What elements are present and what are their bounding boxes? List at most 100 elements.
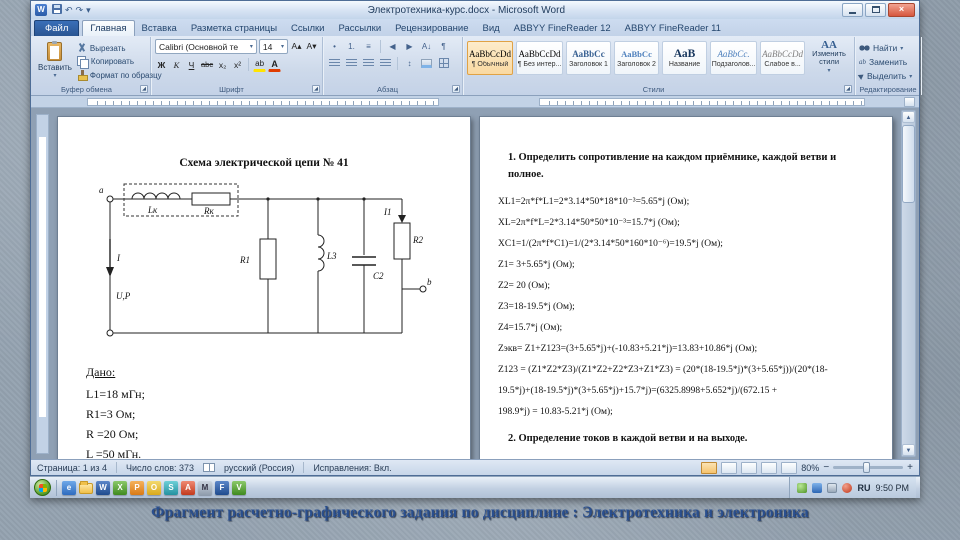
tab-insert[interactable]: Вставка [135,21,184,36]
font-dialog-launcher[interactable]: ◢ [312,85,320,93]
tab-abbyy-12[interactable]: ABBYY FineReader 12 [507,21,618,36]
align-right-button[interactable] [361,56,376,70]
tab-abbyy-11[interactable]: ABBYY FineReader 11 [618,21,728,36]
tab-review[interactable]: Рецензирование [388,21,475,36]
font-size-select[interactable]: 14 ▾ [258,39,288,54]
copy-button[interactable]: Копировать [76,56,162,69]
style-no-spacing[interactable]: АаВbСсDd ¶ Без интер... [516,41,563,75]
page-indicator[interactable]: Страница: 1 из 4 [37,463,107,473]
spellcheck-icon[interactable] [203,463,216,472]
undo-button[interactable]: ↶ [65,4,73,16]
numbering-button[interactable]: 1. [344,39,359,53]
strikethrough-button[interactable]: abc [200,57,214,72]
tab-page-layout[interactable]: Разметка страницы [184,21,284,36]
increase-indent-button[interactable]: ▶ [402,39,417,53]
language-indicator[interactable]: русский (Россия) [224,463,294,473]
tab-file[interactable]: Файл [34,20,80,36]
quicklaunch-skype-icon[interactable]: S [164,480,178,495]
quicklaunch-excel-icon[interactable]: X [113,480,127,495]
underline-button[interactable]: Ч [185,57,198,72]
language-bar[interactable]: RU [857,483,870,493]
save-button[interactable] [52,3,62,17]
bullets-button[interactable]: • [327,39,342,53]
vertical-ruler[interactable] [36,114,49,454]
view-draft-button[interactable] [781,461,798,474]
multilevel-list-button[interactable]: ≡ [361,39,376,53]
font-name-select[interactable]: Calibri (Основной те ▾ [155,39,257,54]
messenger-icon[interactable] [842,482,853,493]
quicklaunch-explorer-icon[interactable] [79,481,93,494]
document-page-2[interactable]: 1. Определить сопротивление на каждом пр… [479,116,893,459]
align-left-button[interactable] [327,56,342,70]
change-styles-button[interactable]: АА Изменить стили ▾ [808,40,850,75]
select-button[interactable]: Выделить ▾ [857,71,917,81]
borders-button[interactable] [436,56,451,70]
sort-button[interactable]: А↓ [419,39,434,53]
network-icon[interactable] [812,482,823,493]
quicklaunch-antivirus-icon[interactable]: V [232,480,246,495]
bold-button[interactable]: Ж [155,57,168,72]
style-heading1[interactable]: АаВbСс Заголовок 1 [566,41,612,75]
scrollbar-thumb[interactable] [902,125,915,203]
scroll-down-icon[interactable]: ▼ [902,444,915,456]
quicklaunch-acrobat-icon[interactable]: A [181,480,195,495]
close-button[interactable]: × [888,3,915,17]
zoom-slider-thumb[interactable] [863,462,871,473]
paragraph-dialog-launcher[interactable]: ◢ [452,85,460,93]
zoom-level[interactable]: 80% [801,463,819,473]
maximize-button[interactable] [865,3,886,17]
scroll-up-icon[interactable]: ▲ [902,111,915,123]
font-color-button[interactable]: А [268,57,282,72]
redo-button[interactable]: ↷ [76,4,84,16]
decrease-indent-button[interactable]: ◀ [385,39,400,53]
italic-button[interactable]: К [170,57,183,72]
quicklaunch-outlook-icon[interactable]: O [147,480,161,495]
quicklaunch-powerpoint-icon[interactable]: P [130,480,144,495]
cut-button[interactable]: Вырезать [77,43,162,53]
antivirus-tray-icon[interactable] [797,482,808,493]
view-fullscreen-button[interactable] [721,461,738,474]
view-web-layout-button[interactable] [741,461,758,474]
replace-button[interactable]: ab Заменить [859,57,917,67]
align-center-button[interactable] [344,56,359,70]
paste-button[interactable]: Вставить ▾ [37,39,73,81]
highlight-color-button[interactable]: ab [253,57,267,72]
line-spacing-button[interactable]: ↕ [402,56,417,70]
shrink-font-button[interactable]: А▾ [305,39,318,54]
view-print-layout-button[interactable] [701,461,718,474]
document-page-1[interactable]: Схема электрической цепи № 41 a I U,P Lк… [57,116,471,459]
style-title[interactable]: АаВ Название [662,41,708,75]
styles-dialog-launcher[interactable]: ◢ [844,85,852,93]
style-heading2[interactable]: АаВbСс Заголовок 2 [614,41,660,75]
ruler-toggle-button[interactable] [904,97,915,107]
quicklaunch-ie-icon[interactable]: e [62,480,76,495]
style-subtle-emphasis[interactable]: АаВbСсDd Слабое в... [760,41,806,75]
style-subtitle[interactable]: АаВbСс. Подзаголов... [710,41,758,75]
minimize-button[interactable] [842,3,863,17]
format-painter-button[interactable]: Формат по образцу [77,70,162,81]
start-button[interactable] [34,479,51,496]
tab-references[interactable]: Ссылки [284,21,331,36]
grow-font-button[interactable]: А▴ [290,39,303,54]
find-button[interactable]: Найти ▾ [859,43,917,53]
vertical-scrollbar[interactable]: ▲ ▼ [901,110,916,457]
view-outline-button[interactable] [761,461,778,474]
track-changes-indicator[interactable]: Исправления: Вкл. [313,463,391,473]
quicklaunch-finereader-icon[interactable]: F [215,480,229,495]
style-normal[interactable]: АаВbСсDd ¶ Обычный [467,41,513,75]
quicklaunch-word-icon[interactable]: W [96,480,110,495]
tab-home[interactable]: Главная [82,20,135,36]
shading-button[interactable] [419,56,434,70]
taskbar-clock[interactable]: 9:50 PM [875,483,909,493]
show-marks-button[interactable]: ¶ [436,39,451,53]
quicklaunch-media-icon[interactable]: M [198,480,212,495]
zoom-slider[interactable] [833,462,904,473]
justify-button[interactable] [378,56,393,70]
tab-view[interactable]: Вид [475,21,506,36]
superscript-button[interactable]: x² [231,57,244,72]
horizontal-ruler[interactable] [31,96,919,108]
tab-mailings[interactable]: Рассылки [331,21,388,36]
zoom-out-button[interactable]: − [823,462,829,473]
clipboard-dialog-launcher[interactable]: ◢ [140,85,148,93]
subscript-button[interactable]: x₂ [216,57,229,72]
